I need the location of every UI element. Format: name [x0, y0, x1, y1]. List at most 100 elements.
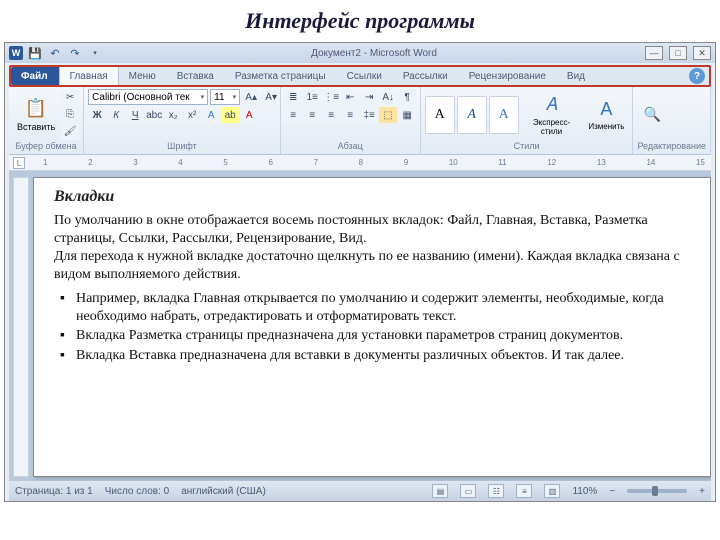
titlebar: W 💾 ↶ ↷ ▾ Документ2 - Microsoft Word — □… — [5, 43, 715, 63]
zoom-in-button[interactable]: + — [699, 486, 705, 497]
slide-title: Интерфейс программы — [0, 0, 720, 42]
increase-indent-icon[interactable]: ⇥ — [360, 89, 378, 105]
doc-heading: Вкладки — [54, 188, 690, 206]
status-page[interactable]: Страница: 1 из 1 — [15, 486, 93, 497]
bold-icon[interactable]: Ж — [88, 107, 106, 123]
group-paragraph: ≣ 1≡ ⋮≡ ⇤ ⇥ A↓ ¶ ≡ ≡ ≡ ≡ ‡≡ ⬚ ▦ — [281, 87, 421, 154]
show-marks-icon[interactable]: ¶ — [398, 89, 416, 105]
tab-menu[interactable]: Меню — [119, 67, 167, 85]
word-app-window: W 💾 ↶ ↷ ▾ Документ2 - Microsoft Word — □… — [4, 42, 716, 502]
change-styles-icon: A — [595, 98, 617, 120]
qat-dropdown-icon[interactable]: ▾ — [87, 45, 103, 61]
view-fullscreen-icon[interactable]: ▭ — [460, 484, 476, 498]
text-effects-icon[interactable]: A — [202, 107, 220, 123]
maximize-button[interactable]: □ — [669, 46, 687, 60]
copy-icon[interactable]: ⎘ — [61, 107, 79, 123]
italic-icon[interactable]: К — [107, 107, 125, 123]
doc-paragraph-1: По умолчанию в окне отображается восемь … — [54, 212, 690, 248]
tab-file[interactable]: Файл — [11, 67, 59, 85]
doc-bullet-1: Например, вкладка Главная открывается по… — [76, 290, 690, 326]
status-word-count[interactable]: Число слов: 0 — [105, 486, 169, 497]
tab-view[interactable]: Вид — [557, 67, 596, 85]
justify-icon[interactable]: ≡ — [341, 107, 359, 123]
subscript-icon[interactable]: x₂ — [164, 107, 182, 123]
close-button[interactable]: ✕ — [693, 46, 711, 60]
group-styles: A A A 𝐴 Экспресс-стили A Изменить Стили — [421, 87, 634, 154]
undo-icon[interactable]: ↶ — [47, 45, 63, 61]
zoom-slider[interactable] — [627, 489, 687, 493]
change-styles-button[interactable]: A Изменить — [584, 96, 628, 133]
font-size-select[interactable]: 11▾ — [210, 89, 240, 105]
group-editing: 🔍 Редактирование — [633, 87, 711, 154]
font-group-label: Шрифт — [88, 140, 276, 152]
align-center-icon[interactable]: ≡ — [303, 107, 321, 123]
tab-page-layout[interactable]: Разметка страницы — [225, 67, 337, 85]
quick-styles-button[interactable]: 𝐴 Экспресс-стили — [521, 92, 583, 138]
shading-icon[interactable]: ⬚ — [379, 107, 397, 123]
editing-group-label: Редактирование — [637, 140, 706, 152]
tab-review[interactable]: Рецензирование — [459, 67, 557, 85]
format-painter-icon[interactable]: 🖌 — [61, 124, 79, 140]
paragraph-group-label: Абзац — [285, 140, 416, 152]
underline-icon[interactable]: Ч — [126, 107, 144, 123]
doc-bullet-3: Вкладка Вставка предназначена для вставк… — [76, 347, 690, 365]
word-app-icon: W — [9, 46, 23, 60]
tab-references[interactable]: Ссылки — [337, 67, 393, 85]
zoom-level[interactable]: 110% — [572, 486, 597, 497]
view-web-icon[interactable]: ☷ — [488, 484, 504, 498]
group-clipboard: 📋 Вставить ✂ ⎘ 🖌 Буфер обмена — [9, 87, 84, 154]
font-color-icon[interactable]: A — [240, 107, 258, 123]
tab-insert[interactable]: Вставка — [167, 67, 225, 85]
doc-bullet-2: Вкладка Разметка страницы предназначена … — [76, 327, 690, 345]
cut-icon[interactable]: ✂ — [61, 90, 79, 106]
status-bar: Страница: 1 из 1 Число слов: 0 английски… — [9, 481, 711, 501]
tab-mailings[interactable]: Рассылки — [393, 67, 459, 85]
document-page[interactable]: Вкладки По умолчанию в окне отображается… — [33, 177, 711, 477]
find-icon: 🔍 — [641, 104, 663, 126]
window-controls: — □ ✕ — [645, 46, 711, 60]
view-draft-icon[interactable]: ▥ — [544, 484, 560, 498]
highlight-icon[interactable]: ab — [221, 107, 239, 123]
grow-font-icon[interactable]: A▴ — [242, 89, 260, 105]
find-button[interactable]: 🔍 — [637, 102, 667, 128]
bullets-icon[interactable]: ≣ — [284, 89, 302, 105]
ruler-ticks: 123456789101112131415 — [37, 158, 711, 167]
superscript-icon[interactable]: x² — [183, 107, 201, 123]
sort-icon[interactable]: A↓ — [379, 89, 397, 105]
strike-icon[interactable]: abc — [145, 107, 163, 123]
save-icon[interactable]: 💾 — [27, 45, 43, 61]
decrease-indent-icon[interactable]: ⇤ — [341, 89, 359, 105]
line-spacing-icon[interactable]: ‡≡ — [360, 107, 378, 123]
multilevel-icon[interactable]: ⋮≡ — [322, 89, 340, 105]
numbering-icon[interactable]: 1≡ — [303, 89, 321, 105]
group-font: Calibri (Основной тек▾ 11▾ A▴ A▾ Ж К Ч a… — [84, 87, 281, 154]
quick-access-toolbar: W 💾 ↶ ↷ ▾ — [9, 45, 103, 61]
status-language[interactable]: английский (США) — [181, 486, 266, 497]
view-outline-icon[interactable]: ≡ — [516, 484, 532, 498]
document-area: Вкладки По умолчанию в окне отображается… — [9, 171, 711, 481]
redo-icon[interactable]: ↷ — [67, 45, 83, 61]
font-name-select[interactable]: Calibri (Основной тек▾ — [88, 89, 208, 105]
tab-home[interactable]: Главная — [59, 67, 119, 85]
window-title: Документ2 - Microsoft Word — [103, 48, 645, 59]
shrink-font-icon[interactable]: A▾ — [262, 89, 280, 105]
align-left-icon[interactable]: ≡ — [284, 107, 302, 123]
align-right-icon[interactable]: ≡ — [322, 107, 340, 123]
minimize-button[interactable]: — — [645, 46, 663, 60]
tab-selector[interactable]: L — [13, 157, 25, 169]
styles-gallery[interactable]: A A A — [425, 96, 519, 134]
zoom-out-button[interactable]: − — [609, 486, 615, 497]
horizontal-ruler[interactable]: L 123456789101112131415 — [9, 155, 711, 171]
doc-paragraph-2: Для перехода к нужной вкладке достаточно… — [54, 248, 690, 284]
borders-icon[interactable]: ▦ — [398, 107, 416, 123]
ribbon-tabs: Файл Главная Меню Вставка Разметка стран… — [9, 65, 711, 87]
ribbon: 📋 Вставить ✂ ⎘ 🖌 Буфер обмена Calibri (О… — [9, 87, 711, 155]
quick-styles-icon: 𝐴 — [541, 94, 563, 116]
view-print-layout-icon[interactable]: ▤ — [432, 484, 448, 498]
vertical-ruler[interactable] — [13, 177, 29, 477]
clipboard-group-label: Буфер обмена — [13, 140, 79, 152]
paste-button[interactable]: 📋 Вставить — [13, 96, 59, 134]
styles-group-label: Стили — [425, 140, 629, 152]
paste-icon: 📋 — [25, 98, 47, 120]
help-icon[interactable]: ? — [689, 68, 705, 84]
